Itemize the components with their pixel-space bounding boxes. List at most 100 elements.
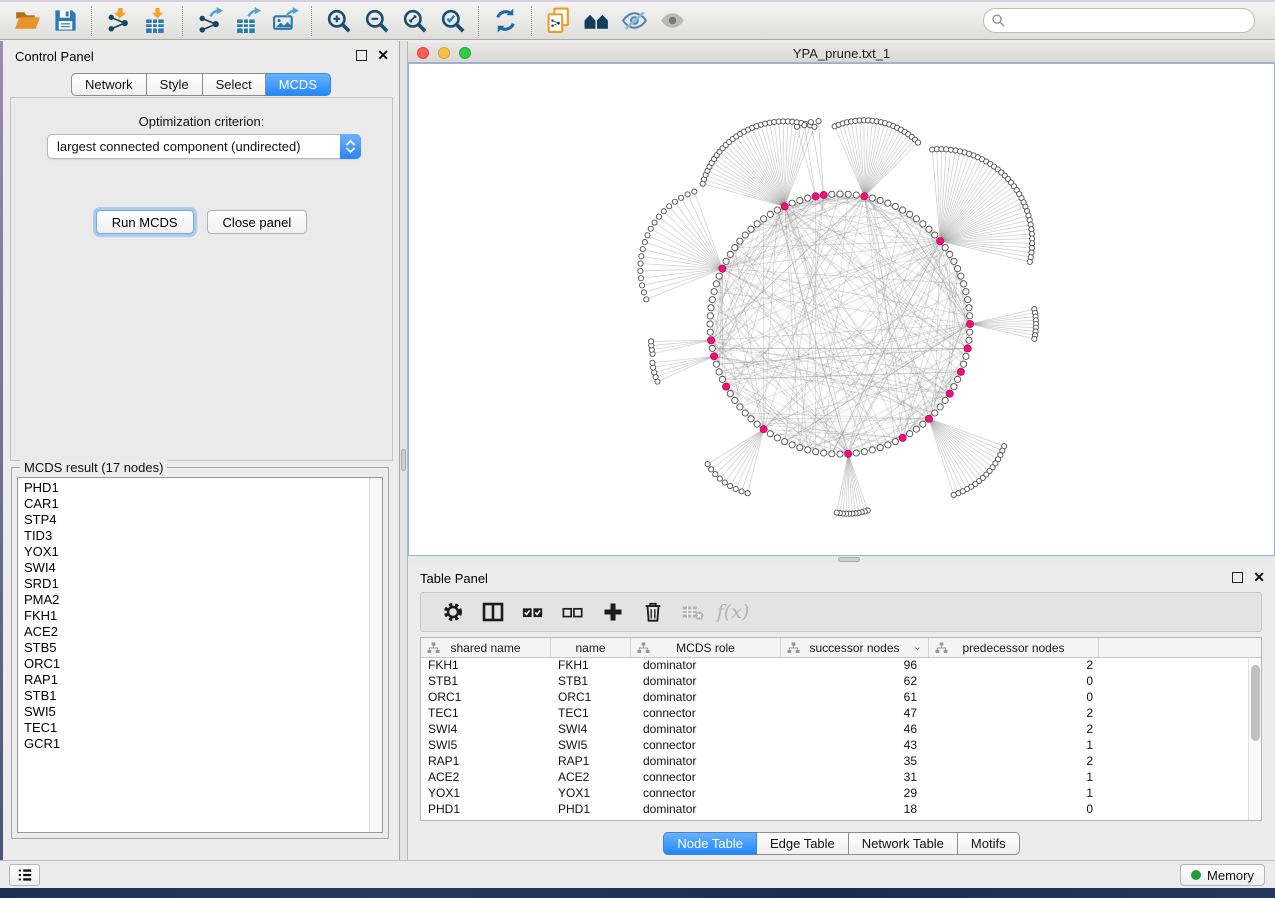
vertical-splitter[interactable]	[400, 41, 408, 860]
control-panel: Control Panel ✕ NetworkStyleSelectMCDS O…	[3, 41, 400, 860]
table-row[interactable]: RAP1RAP1dominator352	[421, 754, 1261, 770]
tab-mcds[interactable]: MCDS	[266, 73, 331, 96]
mcds-result-item[interactable]: GCR1	[24, 736, 366, 752]
show-all-icon	[659, 7, 686, 34]
horizontal-splitter-handle[interactable]	[838, 557, 860, 562]
save-session-button[interactable]	[46, 5, 84, 37]
close-panel-icon[interactable]: ✕	[377, 50, 389, 61]
cell-shared-name: SWI5	[421, 738, 551, 754]
network-graph[interactable]	[409, 64, 1274, 555]
search-input[interactable]	[983, 8, 1255, 33]
tab-select[interactable]: Select	[203, 73, 266, 96]
mcds-result-item[interactable]: FKH1	[24, 608, 366, 624]
mcds-result-item[interactable]: SRD1	[24, 576, 366, 592]
export-table-button[interactable]	[228, 5, 266, 37]
column-label: name	[575, 641, 605, 655]
refresh-view-button[interactable]	[486, 5, 524, 37]
cell-shared-name: ORC1	[421, 690, 551, 706]
table-row[interactable]: SWI4SWI4dominator462	[421, 722, 1261, 738]
first-neighbors-button[interactable]	[577, 5, 615, 37]
table-header-row: shared name name MCDS rolesuccessor nodes⌄…	[421, 638, 1261, 658]
table-row[interactable]: ORC1ORC1dominator610	[421, 690, 1261, 706]
mcds-result-list[interactable]: PHD1CAR1STP4TID3YOX1SWI4SRD1PMA2FKH1ACE2…	[17, 477, 383, 833]
mcds-list-scrollbar[interactable]	[369, 478, 382, 832]
cell-predecessor-nodes: 2	[929, 706, 1099, 722]
cell-shared-name: SWI4	[421, 722, 551, 738]
table-row[interactable]: PHD1PHD1dominator180	[421, 802, 1261, 818]
network-canvas[interactable]	[408, 63, 1275, 556]
tab-edge-table[interactable]: Edge Table	[757, 832, 849, 855]
add-entry-button[interactable]	[595, 596, 631, 628]
tab-network-table[interactable]: Network Table	[849, 832, 958, 855]
mcds-result-item[interactable]: STP4	[24, 512, 366, 528]
tab-style[interactable]: Style	[147, 73, 203, 96]
zoom-out-button[interactable]	[357, 5, 395, 37]
close-panel-button[interactable]: Close panel	[207, 210, 308, 234]
table-row[interactable]: STB1STB1dominator620	[421, 674, 1261, 690]
table-scrollbar[interactable]	[1248, 659, 1261, 820]
delete-entry-button[interactable]	[635, 596, 671, 628]
column-header-shared-name[interactable]: shared name	[421, 638, 551, 657]
vertical-splitter-handle[interactable]	[401, 449, 406, 471]
table-row[interactable]: SWI5SWI5connector431	[421, 738, 1261, 754]
export-image-button[interactable]	[266, 5, 304, 37]
mcds-result-item[interactable]: ACE2	[24, 624, 366, 640]
column-header-predecessor-nodes[interactable]: predecessor nodes	[929, 638, 1099, 657]
open-file-button[interactable]	[8, 5, 46, 37]
zoom-selected-button[interactable]	[433, 5, 471, 37]
table-scrollbar-thumb[interactable]	[1251, 665, 1260, 741]
table-row[interactable]: YOX1YOX1connector291	[421, 786, 1261, 802]
table-panel: Table Panel ✕ f(x) shared namenameMCDS r…	[408, 563, 1275, 860]
cell-predecessor-nodes: 0	[929, 674, 1099, 690]
tab-motifs[interactable]: Motifs	[958, 832, 1020, 855]
zoom-in-button[interactable]	[319, 5, 357, 37]
show-all-button[interactable]	[653, 5, 691, 37]
mcds-result-item[interactable]: PHD1	[24, 480, 366, 496]
run-mcds-button[interactable]: Run MCDS	[96, 210, 194, 234]
settings-gear-button[interactable]	[435, 596, 471, 628]
mcds-result-item[interactable]: SWI5	[24, 704, 366, 720]
deselect-all-checks-button[interactable]	[555, 596, 591, 628]
cell-shared-name: FKH1	[421, 658, 551, 674]
task-history-button[interactable]	[9, 864, 40, 886]
table-row[interactable]: TEC1TEC1connector472	[421, 706, 1261, 722]
column-header-MCDS-role[interactable]: MCDS role	[631, 638, 781, 657]
horizontal-splitter[interactable]	[408, 556, 1275, 563]
mcds-result-item[interactable]: SWI4	[24, 560, 366, 576]
tab-network[interactable]: Network	[71, 73, 147, 96]
import-network-button[interactable]	[99, 5, 137, 37]
hide-selected-button[interactable]	[615, 5, 653, 37]
tab-node-table[interactable]: Node Table	[663, 832, 757, 855]
network-view-title: YPA_prune.txt_1	[408, 46, 1275, 61]
float-table-panel-icon[interactable]	[1232, 572, 1243, 583]
split-columns-button[interactable]	[475, 596, 511, 628]
table-row[interactable]: FKH1FKH1dominator962	[421, 658, 1261, 674]
cell-shared-name: PHD1	[421, 802, 551, 818]
mcds-result-item[interactable]: STB1	[24, 688, 366, 704]
memory-button[interactable]: Memory	[1180, 864, 1265, 886]
mcds-result-item[interactable]: TID3	[24, 528, 366, 544]
mcds-result-item[interactable]: YOX1	[24, 544, 366, 560]
duplicate-network-button[interactable]	[539, 5, 577, 37]
import-table-button[interactable]	[137, 5, 175, 37]
zoom-fit-button[interactable]	[395, 5, 433, 37]
mcds-result-item[interactable]: TEC1	[24, 720, 366, 736]
toolbar-separator	[311, 6, 312, 36]
mcds-options-box: Optimization criterion: largest connecte…	[10, 97, 393, 461]
mcds-result-item[interactable]: RAP1	[24, 672, 366, 688]
float-panel-icon[interactable]	[356, 50, 367, 61]
sort-caret-icon: ⌄	[913, 640, 922, 653]
mcds-result-item[interactable]: CAR1	[24, 496, 366, 512]
close-table-panel-icon[interactable]: ✕	[1253, 572, 1265, 583]
optimization-criterion-dropdown[interactable]: largest connected component (undirected)	[47, 134, 361, 159]
cell-successor-nodes: 47	[781, 706, 929, 722]
column-header-successor-nodes[interactable]: successor nodes⌄	[781, 638, 929, 657]
mcds-result-item[interactable]: ORC1	[24, 656, 366, 672]
mcds-result-item[interactable]: STB5	[24, 640, 366, 656]
select-all-checks-button[interactable]	[515, 596, 551, 628]
column-header-name[interactable]: name	[551, 638, 631, 657]
network-view-window: YPA_prune.txt_1	[408, 43, 1275, 556]
table-row[interactable]: ACE2ACE2connector311	[421, 770, 1261, 786]
mcds-result-item[interactable]: PMA2	[24, 592, 366, 608]
export-network-button[interactable]	[190, 5, 228, 37]
